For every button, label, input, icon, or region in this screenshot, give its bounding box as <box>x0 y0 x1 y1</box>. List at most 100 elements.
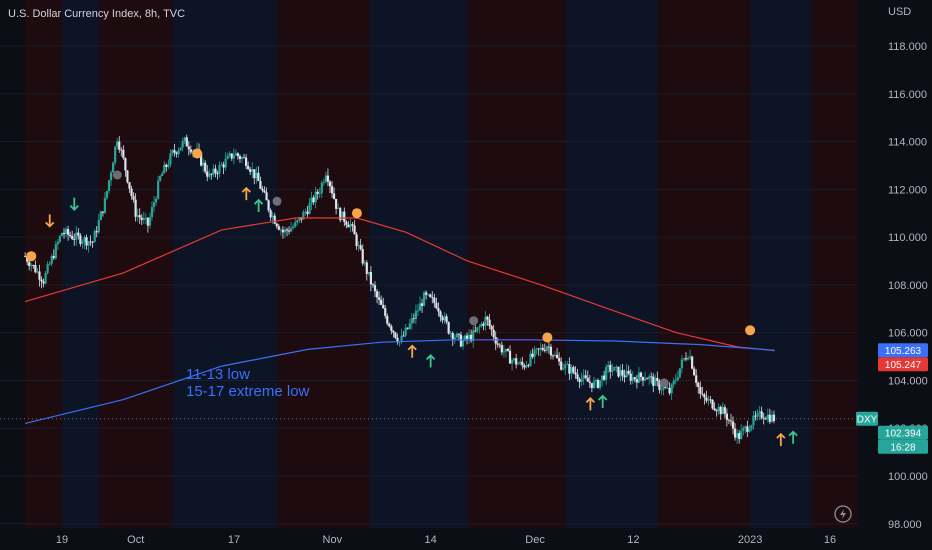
candle-body <box>312 197 315 203</box>
candle-body <box>142 217 145 220</box>
candle-body <box>492 329 495 338</box>
session-band-red <box>811 0 858 528</box>
candle-body <box>226 155 229 159</box>
candle-body <box>523 365 526 368</box>
candle-body <box>529 353 532 366</box>
candle-body <box>566 364 569 365</box>
candle-body <box>330 186 334 194</box>
y-tick-label: 108.000 <box>888 280 928 292</box>
candle-body <box>287 230 291 232</box>
candle-body <box>105 191 109 198</box>
candle-body <box>420 303 424 306</box>
candle-body <box>719 406 722 415</box>
candle-body <box>672 380 675 385</box>
candle-body <box>676 377 679 380</box>
candle-body <box>60 232 64 237</box>
candle-body <box>727 419 731 421</box>
candle-body <box>513 358 516 361</box>
candle-body <box>324 175 327 182</box>
candle-body <box>163 164 166 174</box>
candle-body <box>255 172 258 179</box>
candle-body <box>257 172 260 182</box>
candle-body <box>345 221 348 225</box>
candle-body <box>390 326 393 331</box>
candle-body <box>154 198 158 203</box>
candle-body <box>292 226 295 229</box>
signal-dot <box>542 332 553 343</box>
candle-body <box>705 397 708 401</box>
candle-body <box>349 224 352 228</box>
candle-body <box>660 389 663 391</box>
candle-body <box>220 164 223 166</box>
candle-body <box>635 379 638 383</box>
candle-body <box>699 386 702 394</box>
candle-body <box>118 141 121 150</box>
candle-body <box>758 411 761 414</box>
candle-body <box>611 370 614 372</box>
candle-body <box>361 249 364 264</box>
candle-body <box>187 146 190 150</box>
candle-body <box>578 379 581 383</box>
candle-body <box>654 377 657 386</box>
candle-body <box>369 271 373 285</box>
candle-body <box>648 376 651 379</box>
x-tick-label: 2023 <box>738 534 762 546</box>
candle-body <box>175 152 178 155</box>
candle-body <box>650 376 653 378</box>
candle-body <box>752 415 755 426</box>
signal-dot <box>26 251 37 262</box>
candle-body <box>627 370 630 374</box>
candle-body <box>545 346 548 351</box>
candle-body <box>525 365 528 368</box>
candle-body <box>234 153 237 156</box>
price-chart[interactable]: 11-13 low 15-17 extreme low U.S. Dollar … <box>0 0 932 550</box>
candle-body <box>136 215 139 217</box>
candle-body <box>680 359 683 369</box>
candle-body <box>684 358 688 360</box>
candle-body <box>253 169 256 179</box>
candle-body <box>283 229 287 233</box>
candle-body <box>555 354 559 359</box>
candle-body <box>161 173 164 177</box>
candle-body <box>619 370 622 377</box>
candle-body <box>71 236 74 240</box>
candle-body <box>69 234 72 237</box>
candle-body <box>269 210 272 218</box>
price-badge-label: 105.263 <box>885 346 922 357</box>
candle-body <box>120 149 123 151</box>
candle-body <box>541 347 544 350</box>
chart-root: 11-13 low 15-17 extreme low U.S. Dollar … <box>0 0 932 550</box>
candle-body <box>682 358 686 360</box>
candle-body <box>691 356 694 369</box>
candle-body <box>146 217 149 226</box>
candle-body <box>588 381 591 384</box>
candle-body <box>285 229 289 231</box>
candle-body <box>443 316 446 321</box>
candle-body <box>218 165 221 174</box>
candle-body <box>468 334 471 339</box>
candle-body <box>521 361 524 366</box>
candle-body <box>504 348 508 352</box>
candle-body <box>46 264 49 274</box>
candle-body <box>238 156 242 160</box>
signal-dot <box>659 378 669 388</box>
candle-body <box>52 256 55 259</box>
candle-body <box>159 176 162 181</box>
candle-body <box>717 406 720 412</box>
signal-dot <box>192 148 203 159</box>
candle-body <box>733 428 737 438</box>
candle-body <box>281 229 285 233</box>
candle-body <box>486 316 489 320</box>
candle-body <box>688 356 692 358</box>
candle-body <box>169 153 172 165</box>
chart-title: U.S. Dollar Currency Index, 8h, TVC <box>8 8 185 20</box>
candle-body <box>165 164 168 167</box>
candle-body <box>584 375 587 378</box>
session-band-blue <box>172 0 278 528</box>
candle-body <box>772 414 776 421</box>
candle-body <box>38 271 41 280</box>
candle-body <box>621 370 624 376</box>
price-badges: 105.263 105.247 DXY 102.394 16:28 <box>856 343 928 454</box>
candle-body <box>457 333 460 335</box>
y-tick-label: 110.000 <box>888 232 927 244</box>
